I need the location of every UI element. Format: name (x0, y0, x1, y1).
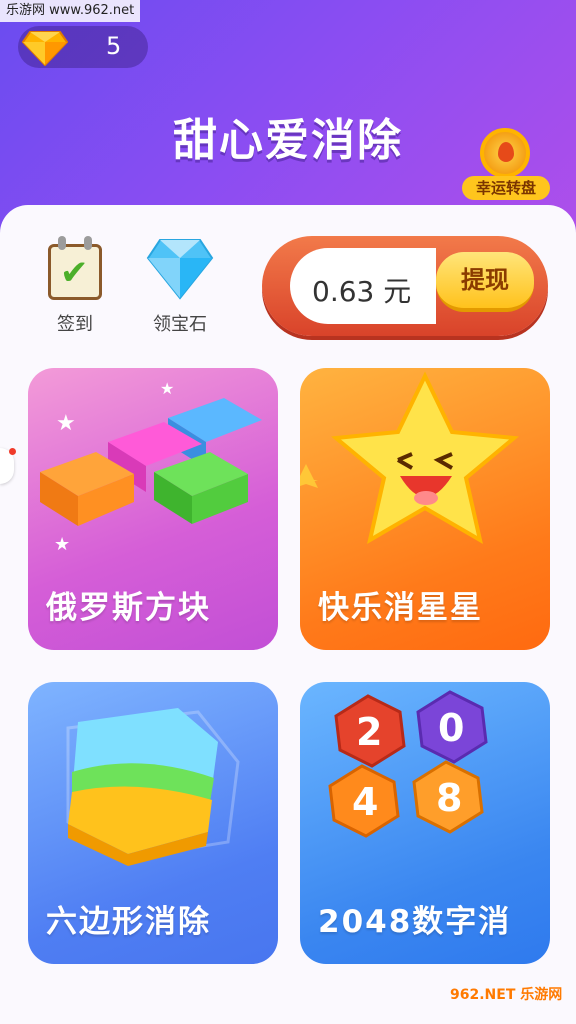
game-title: 六边形消除 (46, 904, 211, 940)
cash-panel: 0.63 元 提现 (262, 236, 548, 336)
checkin-button[interactable]: ✔ 签到 (40, 236, 110, 336)
gem-balance[interactable]: 5 (18, 26, 148, 68)
svg-text:★: ★ (56, 411, 76, 436)
cash-amount-box: 0.63 元 (290, 248, 436, 324)
withdraw-button[interactable]: 提现 (436, 252, 534, 312)
game-card-star[interactable]: 快乐消星星 (300, 368, 550, 650)
gem-count: 5 (106, 32, 122, 60)
svg-text:★: ★ (160, 379, 174, 398)
svg-text:★: ★ (54, 534, 70, 555)
game-card-tetris[interactable]: ★ ★ ★ 俄罗斯方块 (28, 368, 278, 650)
watermark-bottom: 962.NET 乐游网 (450, 987, 563, 1003)
cash-amount: 0.63 元 (312, 275, 412, 308)
claim-diamond-label: 领宝石 (153, 314, 207, 335)
calendar-check-icon: ✔ (46, 236, 104, 302)
game-title: 俄罗斯方块 (46, 590, 211, 626)
game-title: 快乐消星星 (318, 590, 483, 626)
hexagon-jelly-icon (66, 708, 240, 866)
tile-digit: 2 (356, 710, 383, 754)
game-card-hexagon[interactable]: 六边形消除 (28, 682, 278, 964)
tetris-blocks-icon: ★ ★ ★ (40, 379, 262, 555)
number-tiles-icon (328, 690, 488, 838)
diamond-icon (146, 239, 214, 300)
claim-diamond-button[interactable]: 领宝石 (140, 236, 220, 336)
lucky-wheel-label: 幸运转盘 (462, 176, 550, 200)
tile-digit: 4 (352, 780, 379, 824)
notification-dot (9, 448, 16, 455)
tile-digit: 0 (438, 706, 465, 750)
gem-icon (22, 31, 68, 66)
tile-digit: 8 (436, 776, 463, 820)
checkin-label: 签到 (57, 314, 93, 335)
game-title: 2048数字消 (318, 904, 512, 940)
watermark-top: 乐游网 www.962.net (0, 0, 141, 22)
star-face-icon (300, 371, 519, 545)
lucky-wheel-button[interactable]: 幸运转盘 (462, 124, 550, 206)
game-card-2048[interactable]: 2 0 4 8 2048数字消 (300, 682, 550, 964)
wheel-center-icon (498, 142, 514, 162)
